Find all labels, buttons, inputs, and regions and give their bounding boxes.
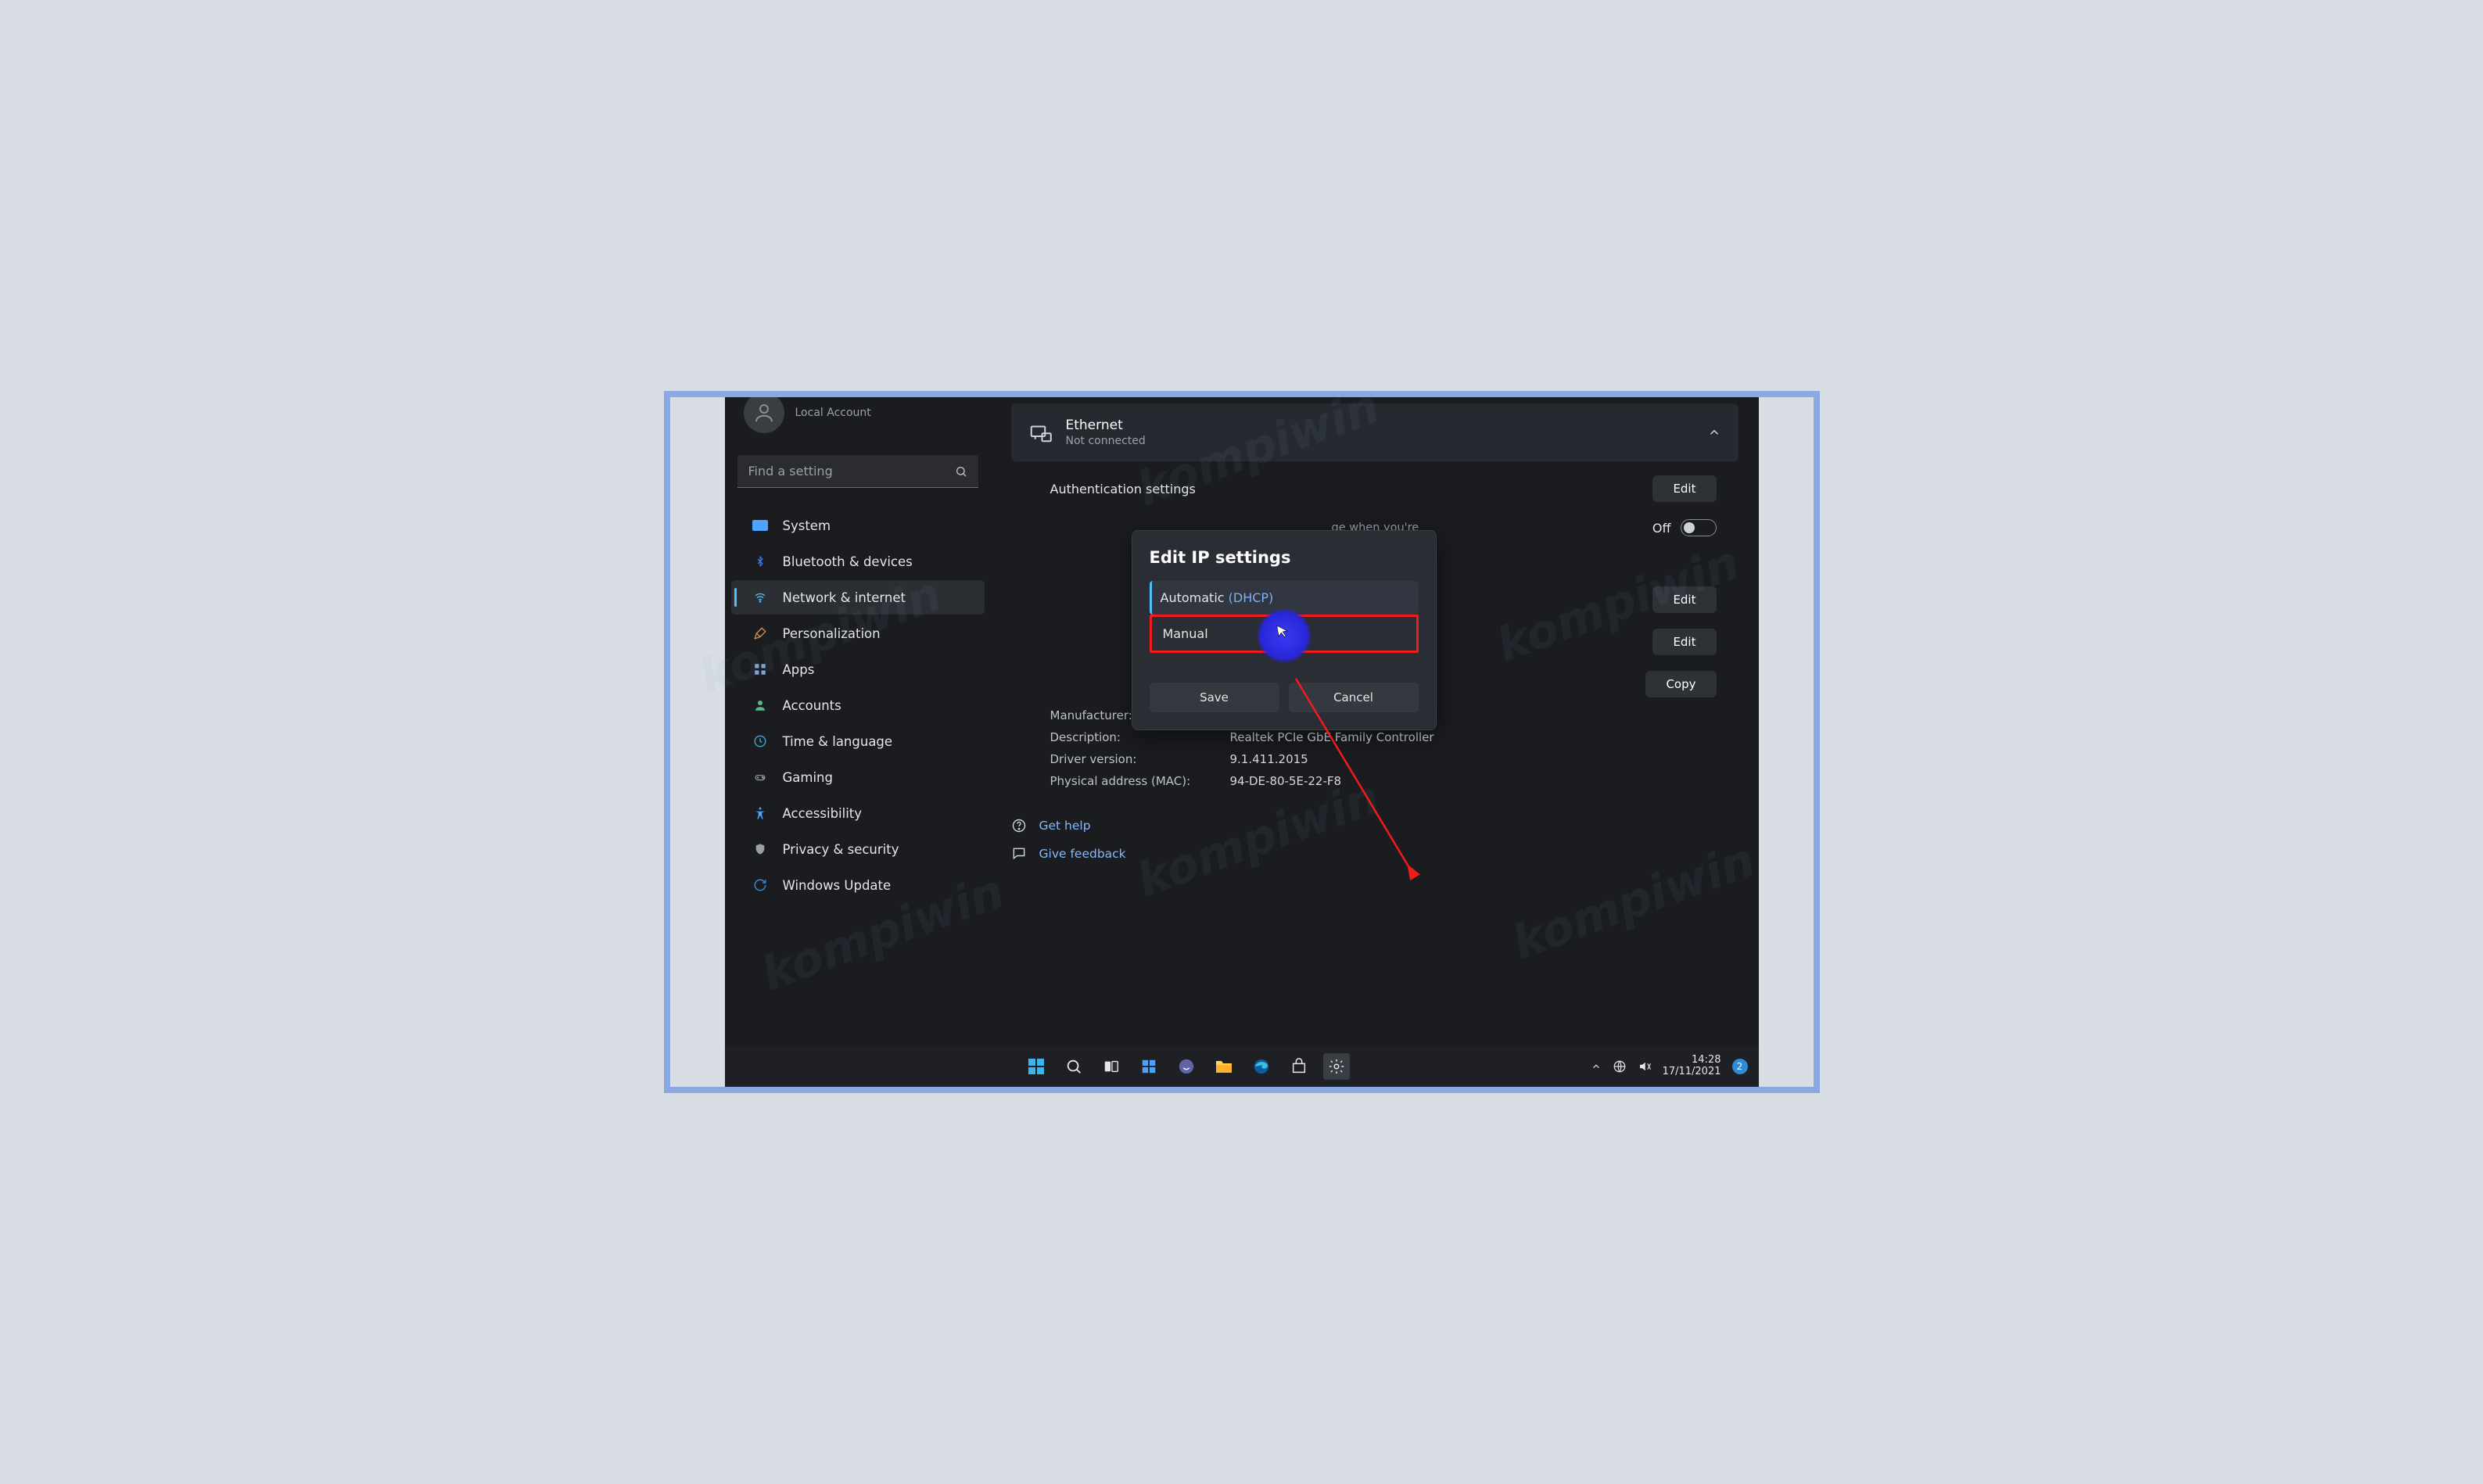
task-view-icon[interactable] [1098, 1053, 1125, 1080]
detail-value: 9.1.411.2015 [1230, 752, 1717, 766]
update-icon [752, 876, 769, 894]
ethernet-status: Not connected [1066, 435, 1693, 447]
search-input[interactable] [737, 455, 978, 488]
option-automatic-dhcp[interactable]: Automatic (DHCP) [1150, 581, 1419, 615]
feedback-icon [1011, 846, 1027, 862]
option-auto-label: Automatic [1161, 590, 1229, 605]
auth-settings-row: Authentication settings Edit [1011, 461, 1738, 516]
chat-icon[interactable] [1173, 1053, 1200, 1080]
file-explorer-icon[interactable] [1211, 1053, 1237, 1080]
option-auto-dhcp: (DHCP) [1229, 590, 1274, 605]
search-wrap [737, 455, 978, 488]
sidebar-item-privacy-security[interactable]: Privacy & security [731, 832, 985, 866]
game-icon [752, 769, 769, 786]
cursor-icon [1276, 623, 1289, 639]
user-type: Local Account [795, 407, 871, 419]
taskbar-search-icon[interactable] [1060, 1053, 1087, 1080]
clock-time: 14:28 [1663, 1055, 1721, 1066]
sidebar: Local Account System Bluetooth & devices N… [725, 391, 991, 1046]
sidebar-item-bluetooth-devices[interactable]: Bluetooth & devices [731, 544, 985, 579]
start-button[interactable] [1023, 1053, 1050, 1080]
help-icon [1011, 818, 1027, 833]
detail-value: Realtek PCIe GbE Family Controller [1230, 730, 1717, 744]
user-account-block[interactable]: Local Account [725, 391, 991, 449]
sidebar-item-accounts[interactable]: Accounts [731, 688, 985, 722]
taskbar-clock[interactable]: 14:28 17/11/2021 [1663, 1055, 1721, 1078]
clock-date: 17/11/2021 [1663, 1066, 1721, 1078]
taskbar-center [783, 1053, 1591, 1080]
sidebar-item-label: Gaming [783, 770, 834, 785]
settings-window: Local Account System Bluetooth & devices N… [725, 391, 1759, 1087]
ethernet-title: Ethernet [1066, 418, 1693, 433]
brush-icon [752, 625, 769, 642]
auth-label: Authentication settings [1050, 482, 1196, 496]
settings-icon[interactable] [1323, 1053, 1350, 1080]
give-feedback-link[interactable]: Give feedback [1011, 846, 1738, 862]
sidebar-item-apps[interactable]: Apps [731, 652, 985, 686]
sidebar-item-system[interactable]: System [731, 508, 985, 543]
chevron-up-icon [1707, 425, 1721, 439]
sidebar-item-label: Network & internet [783, 590, 906, 605]
search-icon [955, 465, 967, 478]
widgets-icon[interactable] [1136, 1053, 1162, 1080]
option-manual-label: Manual [1163, 626, 1208, 641]
notification-badge[interactable]: 2 [1732, 1059, 1748, 1074]
help-links: Get help Give feedback [1011, 818, 1738, 862]
page-title [1011, 391, 1738, 394]
toggle-label: Off [1652, 521, 1671, 536]
access-icon [752, 805, 769, 822]
get-help-link[interactable]: Get help [1011, 818, 1738, 833]
sidebar-item-label: Bluetooth & devices [783, 554, 913, 569]
auth-edit-button[interactable]: Edit [1652, 475, 1716, 502]
sidebar-item-label: Accessibility [783, 806, 863, 821]
taskbar-right: 14:28 17/11/2021 2 [1591, 1055, 1748, 1078]
clock-icon [752, 733, 769, 750]
sidebar-item-label: Privacy & security [783, 842, 899, 857]
person-icon [752, 697, 769, 714]
detail-value: 94-DE-80-5E-22-F8 [1230, 774, 1717, 788]
get-help-label: Get help [1039, 819, 1091, 833]
sidebar-item-label: Personalization [783, 626, 881, 641]
system-icon [752, 517, 769, 534]
apps-icon [752, 661, 769, 678]
dns-edit-button[interactable]: Edit [1652, 629, 1716, 655]
store-icon[interactable] [1286, 1053, 1312, 1080]
cancel-button[interactable]: Cancel [1289, 683, 1419, 712]
network-tray-icon[interactable] [1613, 1059, 1627, 1074]
detail-key: Physical address (MAC): [1050, 774, 1215, 788]
sidebar-item-personalization[interactable]: Personalization [731, 616, 985, 651]
volume-tray-icon[interactable] [1638, 1059, 1652, 1074]
sidebar-item-label: Accounts [783, 698, 841, 713]
sidebar-item-windows-update[interactable]: Windows Update [731, 868, 985, 902]
detail-key: Driver version: [1050, 752, 1215, 766]
shield-icon [752, 841, 769, 858]
sidebar-item-time-language[interactable]: Time & language [731, 724, 985, 758]
sidebar-item-label: Windows Update [783, 878, 892, 893]
ethernet-card[interactable]: Ethernet Not connected [1011, 403, 1738, 461]
copy-button[interactable]: Copy [1645, 671, 1716, 697]
avatar-icon [744, 393, 784, 433]
sidebar-item-label: Apps [783, 662, 815, 677]
screenshot-frame: Local Account System Bluetooth & devices N… [664, 391, 1820, 1093]
tray-chevron-icon[interactable] [1591, 1061, 1602, 1072]
ethernet-icon [1028, 421, 1052, 444]
sidebar-item-gaming[interactable]: Gaming [731, 760, 985, 794]
sidebar-item-label: System [783, 518, 831, 533]
detail-key: Description: [1050, 730, 1215, 744]
bluetooth-icon [752, 553, 769, 570]
ip-edit-button[interactable]: Edit [1652, 586, 1716, 613]
metered-toggle[interactable] [1681, 519, 1717, 536]
give-feedback-label: Give feedback [1039, 847, 1126, 861]
user-meta: Local Account [795, 407, 871, 419]
sidebar-item-accessibility[interactable]: Accessibility [731, 796, 985, 830]
dialog-title: Edit IP settings [1150, 548, 1419, 567]
sidebar-item-label: Time & language [783, 734, 893, 749]
save-button[interactable]: Save [1150, 683, 1279, 712]
taskbar: 14:28 17/11/2021 2 [725, 1046, 1759, 1087]
edge-icon[interactable] [1248, 1053, 1275, 1080]
sidebar-item-network-internet[interactable]: Network & internet [731, 580, 985, 615]
wifi-icon [752, 589, 769, 606]
sidebar-nav: System Bluetooth & devices Network & inter… [725, 508, 991, 902]
